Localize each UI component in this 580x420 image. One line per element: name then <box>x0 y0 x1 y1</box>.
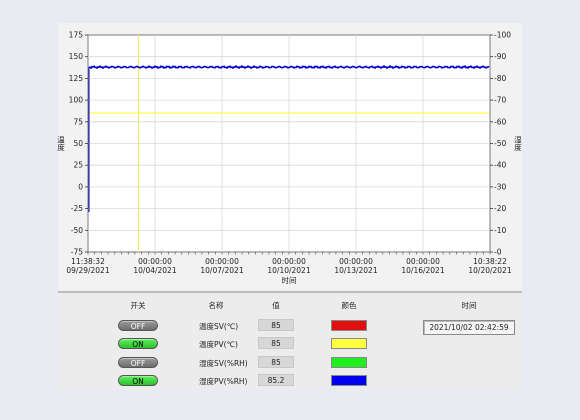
toggle-button-0[interactable]: OFF <box>118 320 158 331</box>
y-right-tick-label: -100 <box>494 31 511 40</box>
x-tick-date: 10/10/2021 <box>267 266 310 275</box>
x-tick-date: 10/13/2021 <box>334 266 377 275</box>
toggle-button-2[interactable]: OFF <box>118 357 158 368</box>
header-value: 值 <box>272 301 280 310</box>
toggle-button-3[interactable]: ON <box>118 375 158 386</box>
x-tick-date: 09/29/2021 <box>66 266 109 275</box>
x-tick-date: 10/04/2021 <box>133 266 176 275</box>
y-left-tick-label: 175 <box>69 31 84 40</box>
y-left-tick-label: 25 <box>73 161 83 170</box>
x-tick-time: 00:00:00 <box>339 257 373 266</box>
y-left-tick-label: -50 <box>71 226 83 235</box>
series-name-3: 湿度PV(%RH) <box>199 377 248 386</box>
trend-chart[interactable]: 175 150 125 100 75 50 25 0 -25 -50 -75 -100 -90 -80 -7… <box>56 23 522 291</box>
header-time: 时间 <box>461 301 477 310</box>
x-tick-time: 00:00:00 <box>138 257 172 266</box>
series-value-3: 85.2 <box>258 374 294 386</box>
y-right-tick-label: -60 <box>494 117 506 126</box>
y-left-tick-label: 50 <box>73 139 83 148</box>
series-value-1: 85 <box>258 337 294 349</box>
x-tick-time: 00:00:00 <box>205 257 239 266</box>
y-right-tick-label: -90 <box>494 52 506 61</box>
y-left-tick-label: 0 <box>78 182 83 191</box>
color-swatch-3[interactable] <box>331 375 367 386</box>
series-value-2: 85 <box>258 356 294 368</box>
y-right-tick-label: -0 <box>494 248 502 257</box>
y-right-axis-label: 湿度 <box>513 136 522 153</box>
y-left-tick-label: -25 <box>71 204 83 213</box>
header-switch: 开关 <box>130 301 146 310</box>
x-axis-label: 时间 <box>282 275 297 285</box>
x-tick-time: 11:38:32 <box>71 257 105 266</box>
y-left-tick-label: 100 <box>69 96 84 105</box>
color-swatch-0[interactable] <box>331 320 367 331</box>
series-name-2: 湿度SV(%RH) <box>199 359 248 368</box>
x-tick-time: 00:00:00 <box>272 257 306 266</box>
header-name: 名称 <box>208 301 224 310</box>
y-right-tick-label: -30 <box>494 182 506 191</box>
series-name-0: 温度SV(℃) <box>199 322 239 331</box>
toggle-button-1[interactable]: ON <box>118 338 158 349</box>
y-left-tick-label: -75 <box>71 248 83 257</box>
y-right-tick-label: -70 <box>494 96 506 105</box>
y-right-tick-label: -10 <box>494 226 506 235</box>
y-left-tick-label: 125 <box>69 74 84 83</box>
x-tick-date: 10/07/2021 <box>200 266 243 275</box>
series-name-1: 温度PV(℃) <box>199 340 238 349</box>
color-swatch-1[interactable] <box>331 338 367 349</box>
y-right-tick-label: -20 <box>494 204 506 213</box>
series-value-0: 85 <box>258 319 294 331</box>
header-color: 颜色 <box>341 301 357 310</box>
y-right-tick-label: -50 <box>494 139 506 148</box>
y-right-tick-label: -80 <box>494 74 506 83</box>
separator <box>58 291 522 293</box>
y-left-axis-label: 温度 <box>56 136 65 153</box>
time-display[interactable]: 2021/10/02 02:42:59 <box>423 320 515 335</box>
x-tick-date: 10/20/2021 <box>468 266 511 275</box>
x-tick-time: 10:38:22 <box>473 257 507 266</box>
chart-panel: 175 150 125 100 75 50 25 0 -25 -50 -75 -100 -90 -80 -7… <box>56 23 523 390</box>
y-right-tick-label: -40 <box>494 161 506 170</box>
x-tick-time: 00:00:00 <box>406 257 440 266</box>
y-left-tick-label: 75 <box>73 117 83 126</box>
x-tick-date: 10/16/2021 <box>401 266 444 275</box>
color-swatch-2[interactable] <box>331 357 367 368</box>
y-left-tick-label: 150 <box>69 52 84 61</box>
